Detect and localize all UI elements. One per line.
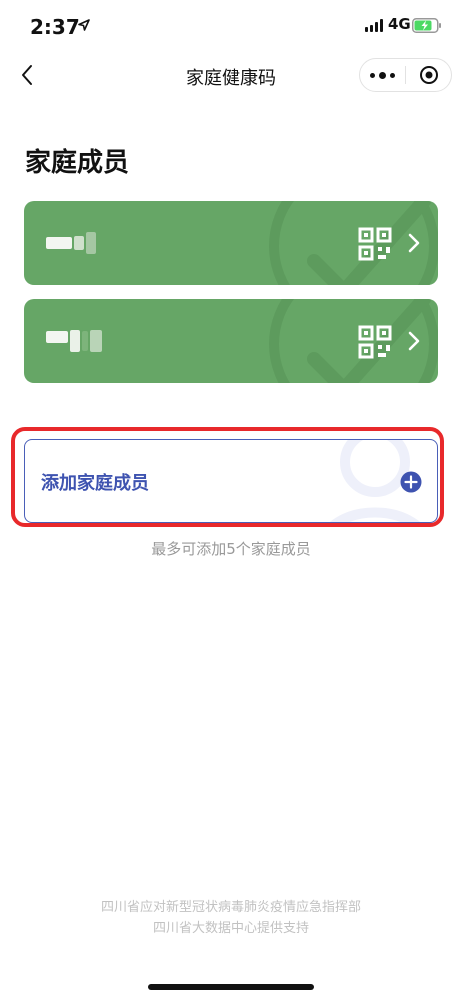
qr-code-icon[interactable] [358, 227, 392, 261]
plus-circle-icon [400, 471, 422, 493]
close-button[interactable] [406, 58, 451, 92]
chevron-right-icon [408, 233, 420, 253]
footer-line-1: 四川省应对新型冠状病毒肺炎疫情应急指挥部 [100, 900, 361, 915]
nav-bar: 家庭健康码 [0, 52, 462, 100]
qr-code-icon[interactable] [358, 325, 392, 359]
mini-program-capsule [359, 58, 452, 92]
battery-charging-icon [412, 18, 441, 33]
more-button[interactable] [360, 58, 405, 92]
member-limit-hint: 最多可添加5个家庭成员 [151, 540, 311, 558]
section-title: 家庭成员 [25, 148, 130, 178]
network-type: 4G [388, 15, 411, 33]
footer-credits: 四川省应对新型冠状病毒肺炎疫情应急指挥部 四川省大数据中心提供支持 [0, 897, 462, 939]
signal-icon [365, 19, 383, 32]
footer-line-2: 四川省大数据中心提供支持 [152, 921, 309, 936]
add-member-button[interactable]: 添加家庭成员 [24, 439, 438, 523]
status-time: 2:37 [30, 15, 80, 39]
add-member-label: 添加家庭成员 [41, 473, 149, 494]
member-name-redacted [46, 327, 102, 355]
member-card[interactable] [24, 201, 438, 285]
home-indicator [148, 984, 314, 990]
more-dots-icon [370, 71, 395, 79]
status-bar: 2:37 4G [0, 0, 462, 52]
close-target-icon [419, 66, 438, 84]
location-arrow-icon [78, 19, 90, 31]
member-name-redacted [46, 229, 96, 257]
chevron-right-icon [408, 331, 420, 351]
member-card[interactable] [24, 299, 438, 383]
